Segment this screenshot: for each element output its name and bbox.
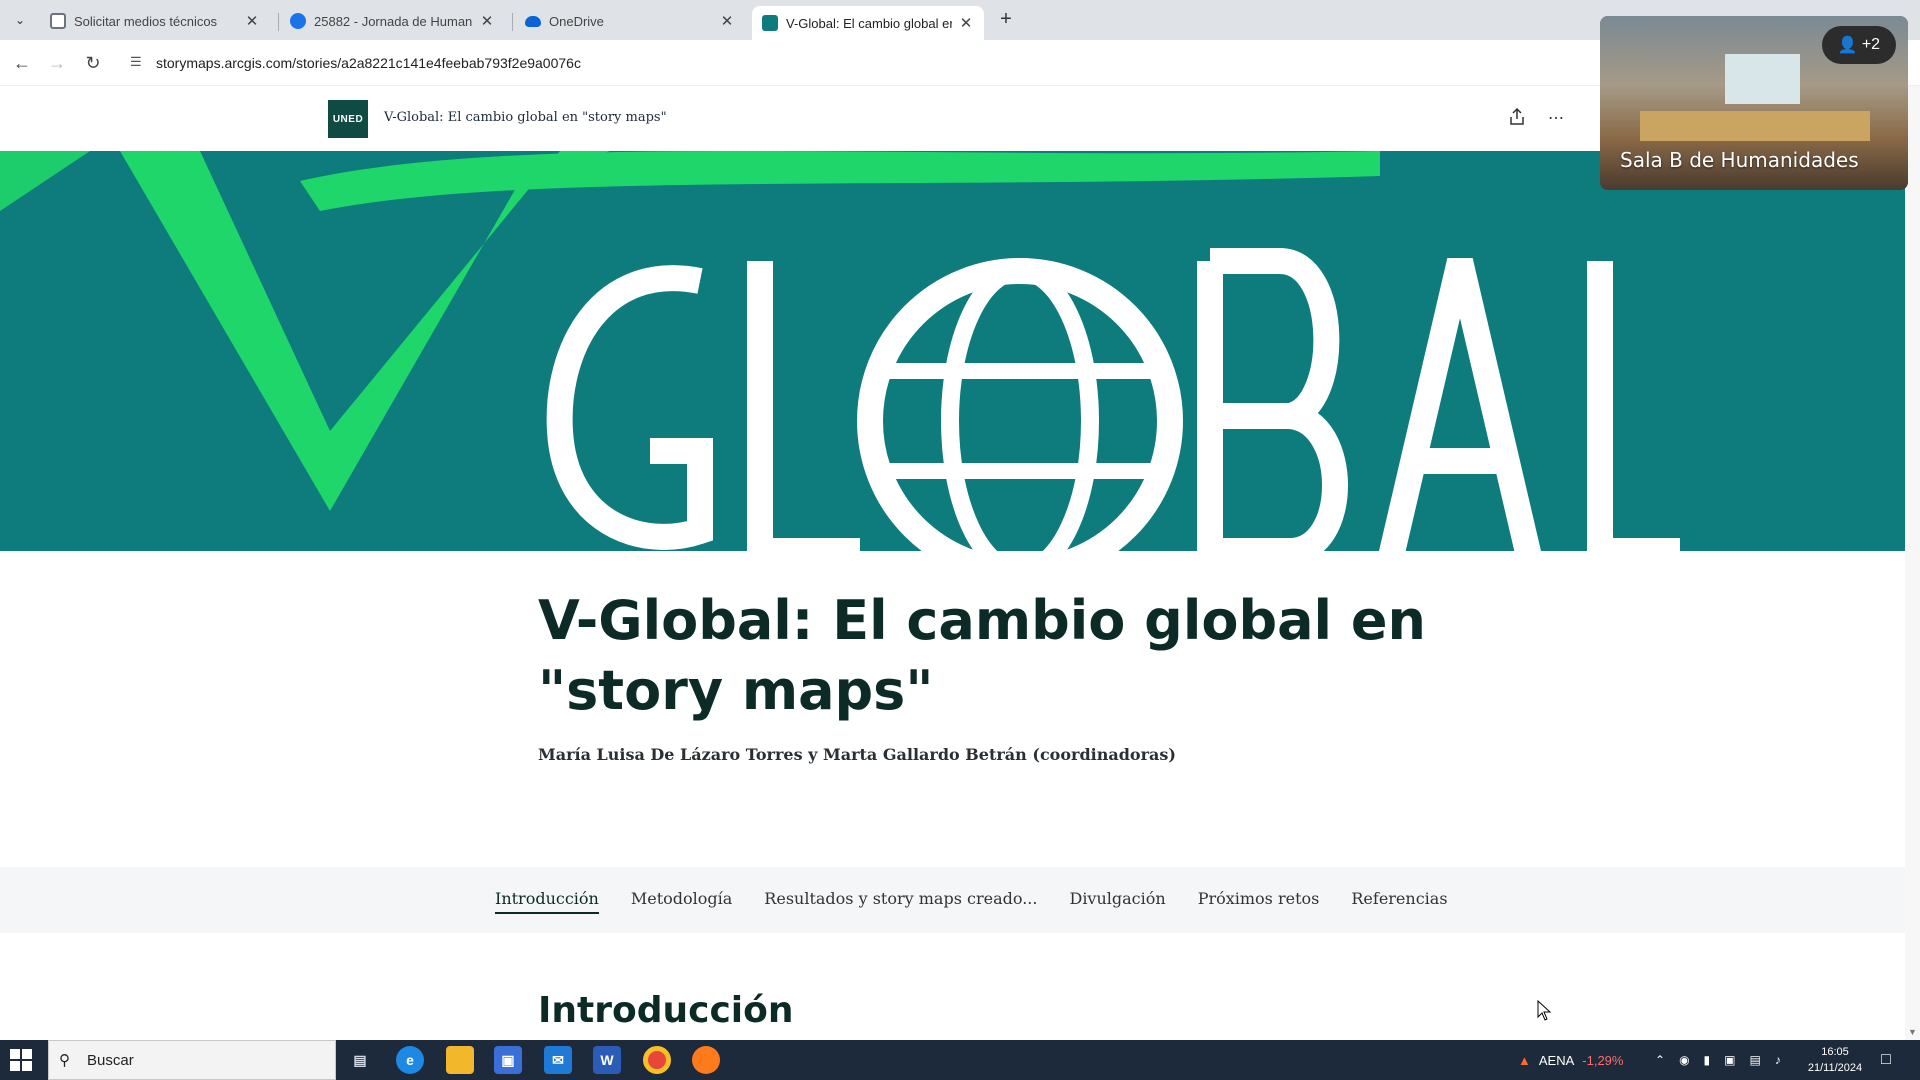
search-icon: ⚲ [59, 1052, 70, 1069]
taskbar-search[interactable]: ⚲ Buscar [48, 1040, 336, 1080]
url-text[interactable]: storymaps.arcgis.com/stories/a2a8221c141… [156, 55, 581, 71]
share-icon[interactable] [1506, 107, 1528, 130]
mouse-cursor-icon [1537, 1000, 1552, 1021]
system-tray: ⌃ ◉ ▮ ▣ ▤ ♪ [1655, 1040, 1781, 1080]
uned-logo[interactable]: UNED [328, 100, 368, 138]
v-global-logo-image [0, 151, 1680, 551]
nav-proximos-retos[interactable]: Próximos retos [1198, 889, 1320, 914]
header-story-title: V-Global: El cambio global en "story map… [384, 110, 667, 125]
projector-screen [1725, 54, 1800, 104]
tab-search-chevron-icon[interactable]: ⌄ [8, 8, 32, 32]
volume-icon[interactable]: ♪ [1775, 1053, 1781, 1067]
scroll-down-arrow-icon[interactable]: ▼ [1905, 1025, 1920, 1040]
stock-name: AENA [1538, 1052, 1575, 1068]
tab-onedrive[interactable]: OneDrive ✕ [515, 6, 745, 36]
windows-start-icon[interactable] [10, 1049, 32, 1071]
tab-label: Solicitar medios técnicos [74, 13, 218, 29]
address-bar[interactable]: ☰ storymaps.arcgis.com/stories/a2a8221c1… [120, 47, 1600, 79]
back-arrow-icon[interactable]: ← [9, 50, 35, 76]
conference-desk [1640, 111, 1870, 141]
close-tab-icon[interactable]: ✕ [958, 14, 974, 32]
firefox-icon[interactable] [692, 1046, 720, 1074]
clock-date: 21/11/2024 [1807, 1062, 1863, 1074]
participants-badge[interactable]: 👤 +2 [1822, 26, 1896, 64]
task-view-icon[interactable]: ▤ [346, 1046, 374, 1074]
participants-count: +2 [1861, 36, 1881, 53]
document-icon [50, 13, 66, 29]
section-heading: Introducción [538, 990, 794, 1031]
forward-arrow-icon[interactable]: → [44, 50, 70, 76]
notifications-icon[interactable]: □ [1872, 1046, 1900, 1074]
clock-time: 16:05 [1821, 1046, 1849, 1058]
page-scrollbar[interactable] [1905, 86, 1920, 1040]
network-icon[interactable]: ▤ [1750, 1053, 1761, 1067]
word-icon[interactable]: W [593, 1046, 621, 1074]
storymaps-icon [762, 15, 778, 31]
reload-icon[interactable]: ↻ [80, 50, 106, 76]
room-name: Sala B de Humanidades [1620, 148, 1859, 172]
search-placeholder: Buscar [87, 1052, 134, 1069]
nav-resultados[interactable]: Resultados y story maps creado... [764, 889, 1037, 914]
hero-banner [0, 151, 1905, 551]
nav-divulgacion[interactable]: Divulgación [1069, 889, 1165, 914]
story-navigation: Introducción Metodología Resultados y st… [0, 867, 1905, 933]
story-byline: María Luisa De Lázaro Torres y Marta Gal… [538, 745, 1176, 764]
person-icon: 👤 [1837, 37, 1858, 54]
chevron-up-icon[interactable]: ⌃ [1655, 1053, 1665, 1067]
tab-label: V-Global: El cambio global en "story map… [786, 15, 952, 31]
windows-taskbar: ⚲ Buscar ▤ e ▣ ✉ W ▲ AENA -1,29% ⌃ ◉ ▮ ▣… [0, 1040, 1920, 1080]
edge-icon[interactable]: e [396, 1046, 424, 1074]
tab-solicitar-medios[interactable]: Solicitar medios técnicos ✕ [40, 6, 270, 36]
story-title: V-Global: El cambio global en "story map… [538, 589, 1426, 722]
file-explorer-icon[interactable] [446, 1046, 474, 1074]
camera-icon[interactable]: ◉ [1679, 1053, 1689, 1067]
teams-icon [290, 13, 306, 29]
nav-introduccion[interactable]: Introducción [495, 889, 599, 914]
microphone-icon[interactable]: ▮ [1704, 1053, 1711, 1067]
cloud-icon [525, 15, 541, 27]
tab-label: OneDrive [549, 13, 604, 29]
tab-label: 25882 - Jornada de Humanidades [314, 13, 473, 29]
mail-icon[interactable]: ✉ [544, 1046, 572, 1074]
store-icon[interactable]: ▣ [494, 1046, 522, 1074]
site-settings-icon[interactable]: ☰ [130, 54, 146, 70]
chrome-icon[interactable] [643, 1046, 671, 1074]
nav-referencias[interactable]: Referencias [1351, 889, 1447, 914]
nav-metodologia[interactable]: Metodología [631, 889, 732, 914]
stock-widget[interactable]: ▲ AENA -1,29% [1518, 1040, 1623, 1080]
close-tab-icon[interactable]: ✕ [719, 12, 735, 30]
stock-trend-icon: ▲ [1518, 1052, 1531, 1068]
close-tab-icon[interactable]: ✕ [244, 12, 260, 30]
system-clock[interactable]: 16:05 21/11/2024 [1800, 1044, 1870, 1076]
stock-change: -1,29% [1582, 1052, 1624, 1068]
new-tab-button[interactable]: + [995, 9, 1017, 31]
security-icon[interactable]: ▣ [1724, 1053, 1735, 1067]
close-tab-icon[interactable]: ✕ [479, 12, 495, 30]
more-options-icon[interactable]: ⋯ [1545, 108, 1567, 130]
video-call-preview[interactable]: 👤 +2 Sala B de Humanidades [1600, 16, 1908, 190]
tab-jornada-humanidades[interactable]: 25882 - Jornada de Humanidades ✕ [280, 6, 505, 36]
tab-v-global[interactable]: V-Global: El cambio global en "story map… [752, 6, 984, 40]
